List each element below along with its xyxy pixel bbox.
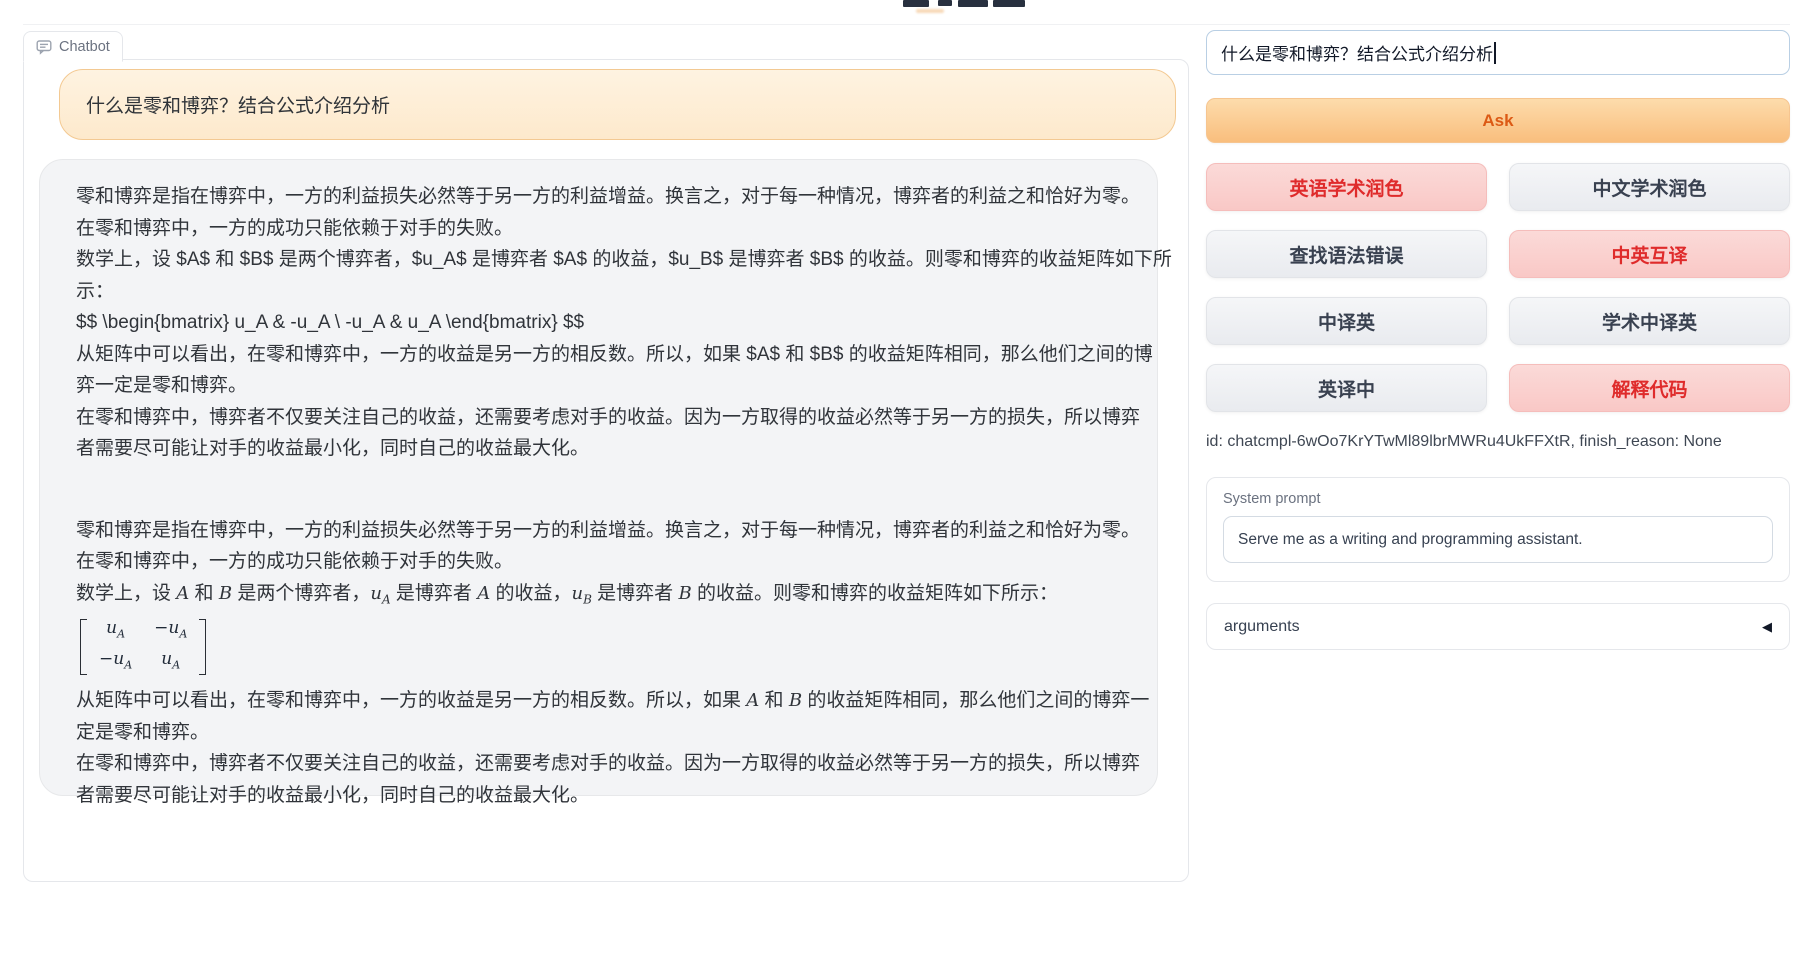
arguments-accordion-label: arguments xyxy=(1224,618,1300,636)
app-canvas: Chatbot 什么是零和博弈？结合公式介绍分析 零和博弈是指在博弈中，一方的利… xyxy=(0,0,1814,961)
quick-action-button[interactable]: 学术中译英 xyxy=(1509,297,1790,345)
bot-message-line: 者需要尽可能让对手的收益最小化，同时自己的收益最大化。 xyxy=(76,780,1121,812)
bot-message-line: 从矩阵中可以看出，在零和博弈中，一方的收益是另一方的相反数。所以，如果 $A$ … xyxy=(76,339,1121,371)
top-divider xyxy=(23,24,1790,25)
quick-actions-grid: 英语学术润色中文学术润色查找语法错误中英互译中译英学术中译英英译中解释代码 xyxy=(1206,163,1790,412)
ask-button[interactable]: Ask xyxy=(1206,98,1790,143)
system-prompt-label: System prompt xyxy=(1223,491,1773,507)
bot-message-line: 数学上，设 $A$ 和 $B$ 是两个博弈者，$u_A$ 是博弈者 $A$ 的收… xyxy=(76,244,1121,276)
bot-message-line: 从矩阵中可以看出，在零和博弈中，一方的收益是另一方的相反数。所以，如果 A 和 … xyxy=(76,685,1121,717)
question-input-value: 什么是零和博弈？结合公式介绍分析 xyxy=(1221,40,1493,65)
bot-message-bubble: 零和博弈是指在博弈中，一方的利益损失必然等于另一方的利益增益。换言之，对于每一种… xyxy=(39,159,1158,796)
quick-action-button[interactable]: 中文学术润色 xyxy=(1509,163,1790,211)
quick-action-button[interactable]: 解释代码 xyxy=(1509,364,1790,412)
quick-action-button[interactable]: 查找语法错误 xyxy=(1206,230,1487,278)
quick-action-button[interactable]: 中英互译 xyxy=(1509,230,1790,278)
bot-message-line: 数学上，设 A 和 B 是两个博弈者，uA 是博弈者 A 的收益，uB 是博弈者… xyxy=(76,578,1121,616)
chatbot-panel-label-text: Chatbot xyxy=(59,39,110,55)
payoff-matrix: uA−uA−uAuA xyxy=(80,619,206,675)
system-prompt-box: System prompt Serve me as a writing and … xyxy=(1206,477,1790,582)
bot-message-line: 定是零和博弈。 xyxy=(76,717,1121,749)
bot-message-line: 零和博弈是指在博弈中，一方的利益损失必然等于另一方的利益增益。换言之，对于每一种… xyxy=(76,515,1121,547)
text-caret xyxy=(1494,42,1496,64)
bot-message-line: 在零和博弈中，一方的成功只能依赖于对手的失败。 xyxy=(76,213,1121,245)
user-message-bubble: 什么是零和博弈？结合公式介绍分析 xyxy=(59,69,1176,140)
bot-message-line: 在零和博弈中，一方的成功只能依赖于对手的失败。 xyxy=(76,546,1121,578)
bot-message-line: 在零和博弈中，博弈者不仅要关注自己的收益，还需要考虑对手的收益。因为一方取得的收… xyxy=(76,402,1121,434)
bot-message-line: 在零和博弈中，博弈者不仅要关注自己的收益，还需要考虑对手的收益。因为一方取得的收… xyxy=(76,748,1121,780)
accordion-collapse-icon: ◀ xyxy=(1762,619,1772,635)
system-prompt-input[interactable]: Serve me as a writing and programming as… xyxy=(1223,516,1773,563)
quick-action-button[interactable]: 英语学术润色 xyxy=(1206,163,1487,211)
chatbot-panel: 什么是零和博弈？结合公式介绍分析 零和博弈是指在博弈中，一方的利益损失必然等于另… xyxy=(23,59,1189,882)
quick-action-button[interactable]: 中译英 xyxy=(1206,297,1487,345)
user-message-text: 什么是零和博弈？结合公式介绍分析 xyxy=(86,91,390,118)
chatbot-panel-label: Chatbot xyxy=(23,31,123,62)
bot-message-line: $$ \begin{bmatrix} u_A & -u_A \ -u_A & u… xyxy=(76,307,1121,339)
bot-message-line: 弈一定是零和博弈。 xyxy=(76,370,1121,402)
completion-status-text: id: chatcmpl-6wOo7KrYTwMl89lbrMWRu4UkFFX… xyxy=(1206,433,1790,451)
bot-message-line: 者需要尽可能让对手的收益最小化，同时自己的收益最大化。 xyxy=(76,433,1121,465)
system-prompt-value: Serve me as a writing and programming as… xyxy=(1238,531,1583,549)
quick-action-button[interactable]: 英译中 xyxy=(1206,364,1487,412)
bot-message-line: 示： xyxy=(76,276,1121,308)
bot-message-line: 零和博弈是指在博弈中，一方的利益损失必然等于另一方的利益增益。换言之，对于每一种… xyxy=(76,181,1121,213)
chat-bubble-icon xyxy=(36,39,52,55)
question-input[interactable]: 什么是零和博弈？结合公式介绍分析 xyxy=(1206,30,1790,75)
arguments-accordion-header[interactable]: arguments ◀ xyxy=(1206,603,1790,650)
paragraph-spacer xyxy=(76,465,1121,515)
